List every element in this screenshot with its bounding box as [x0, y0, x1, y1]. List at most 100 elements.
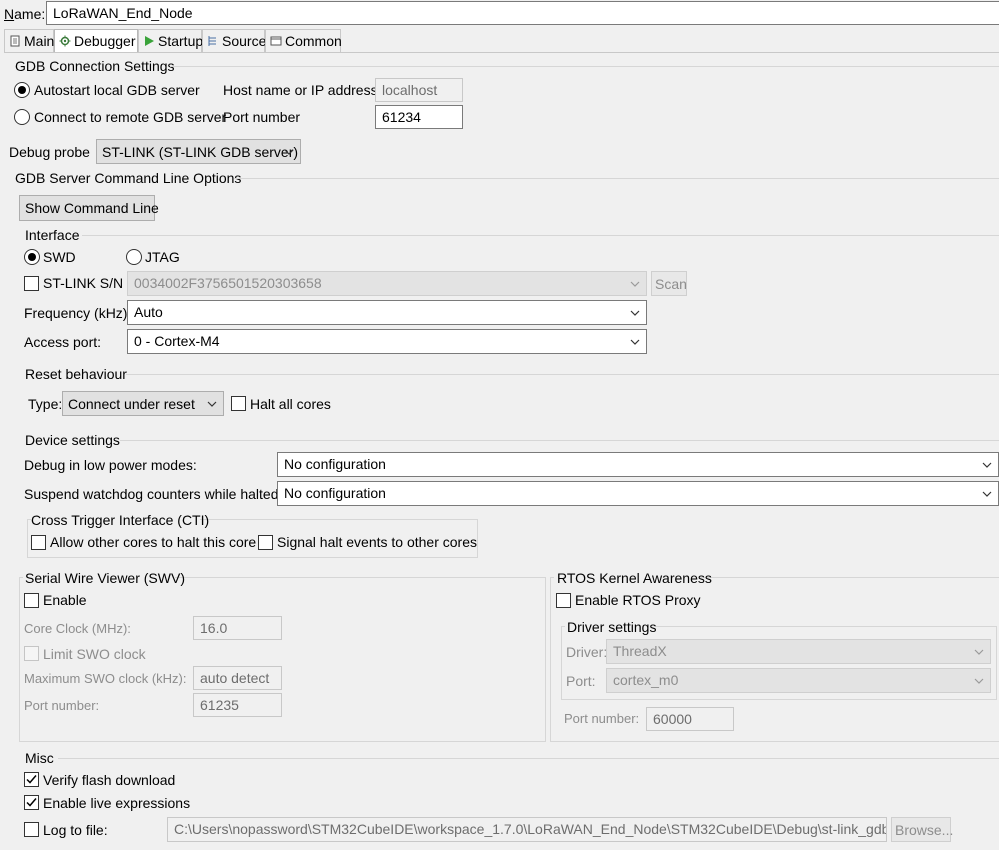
- document-icon: [10, 35, 20, 47]
- autostart-radio[interactable]: [14, 82, 30, 98]
- stlink-sn-select[interactable]: 0034002F3756501520303658: [127, 271, 647, 296]
- cti-signal-label: Signal halt events to other cores: [277, 534, 478, 550]
- source-icon: [208, 36, 216, 46]
- name-label: Name:: [4, 6, 46, 22]
- remote-label: Connect to remote GDB server: [34, 109, 227, 125]
- driver-box-top-left: [561, 626, 565, 627]
- tab-content-border: [4, 52, 999, 53]
- limit-swo-checkbox[interactable]: [24, 646, 39, 661]
- rtos-enable-label: Enable RTOS Proxy: [575, 592, 701, 608]
- gdb-connection-title: GDB Connection Settings: [15, 58, 175, 74]
- low-power-label: Debug in low power modes:: [24, 457, 197, 473]
- reset-type-select[interactable]: Connect under reset: [62, 391, 224, 416]
- frequency-select[interactable]: Auto: [127, 300, 647, 325]
- verify-flash-checkbox[interactable]: [24, 772, 39, 787]
- device-divider: [120, 440, 999, 441]
- misc-title: Misc: [25, 750, 54, 766]
- live-expressions-checkbox[interactable]: [24, 795, 39, 810]
- interface-divider: [82, 235, 999, 236]
- cti-allow-checkbox[interactable]: [31, 535, 46, 550]
- port-label: Port number: [223, 109, 301, 125]
- chevron-down-icon: [284, 144, 294, 160]
- driver-box-top-right: [656, 626, 997, 627]
- reset-title: Reset behaviour: [25, 366, 127, 382]
- low-power-select[interactable]: No configuration: [277, 452, 999, 477]
- tab-common[interactable]: Common: [265, 29, 342, 53]
- jtag-label: JTAG: [145, 249, 180, 265]
- halt-all-cores-label: Halt all cores: [250, 396, 331, 412]
- device-title: Device settings: [25, 432, 120, 448]
- chevron-down-icon: [630, 334, 640, 350]
- cti-box-top-right: [200, 519, 478, 520]
- rtos-port-select[interactable]: cortex_m0: [606, 668, 991, 693]
- rtos-box-top-right: [700, 577, 999, 578]
- cti-signal-checkbox[interactable]: [258, 535, 273, 550]
- tab-main[interactable]: Main: [4, 29, 54, 53]
- chevron-down-icon: [982, 486, 992, 502]
- chevron-down-icon: [630, 305, 640, 321]
- common-icon: [270, 36, 282, 46]
- log-to-file-checkbox[interactable]: [24, 822, 39, 837]
- play-icon: [145, 36, 154, 46]
- rtos-enable-checkbox[interactable]: [556, 593, 571, 608]
- gdb-server-divider: [234, 178, 999, 179]
- tab-source[interactable]: Source: [202, 29, 266, 53]
- verify-flash-label: Verify flash download: [43, 772, 176, 788]
- chevron-down-icon: [630, 276, 640, 292]
- rtos-port-label: Port:: [566, 673, 596, 689]
- tab-debugger[interactable]: Debugger: [54, 29, 138, 53]
- rtos-port-number-input[interactable]: 60000: [646, 707, 734, 731]
- log-to-file-label: Log to file:: [43, 822, 108, 838]
- swv-box-top-right: [175, 577, 546, 578]
- limit-swo-label: Limit SWO clock: [43, 646, 146, 662]
- tab-startup[interactable]: Startup: [138, 29, 203, 53]
- gdb-connection-divider: [170, 66, 999, 67]
- browse-button[interactable]: Browse...: [891, 817, 953, 842]
- checkmark-icon: [26, 775, 37, 784]
- max-swo-label: Maximum SWO clock (kHz):: [24, 671, 187, 686]
- jtag-radio[interactable]: [126, 249, 142, 265]
- swv-title: Serial Wire Viewer (SWV): [25, 570, 185, 586]
- watchdog-select[interactable]: No configuration: [277, 481, 999, 506]
- swv-port-label: Port number:: [24, 698, 100, 713]
- access-port-label: Access port:: [24, 334, 102, 350]
- name-input[interactable]: LoRaWAN_End_Node: [46, 1, 999, 25]
- cti-title: Cross Trigger Interface (CTI): [31, 512, 210, 528]
- show-command-line-button[interactable]: Show Command Line: [19, 195, 159, 221]
- chevron-down-icon: [207, 396, 217, 412]
- scan-button[interactable]: Scan: [651, 271, 687, 296]
- misc-divider: [58, 758, 999, 759]
- access-port-select[interactable]: 0 - Cortex-M4: [127, 329, 647, 354]
- port-input[interactable]: 61234: [375, 105, 463, 129]
- swv-enable-checkbox[interactable]: [24, 593, 39, 608]
- host-label: Host name or IP address: [223, 82, 378, 98]
- stlink-sn-checkbox[interactable]: [24, 276, 39, 291]
- core-clock-input[interactable]: 16.0: [193, 616, 282, 640]
- swv-enable-label: Enable: [43, 592, 87, 608]
- driver-settings-title: Driver settings: [567, 619, 657, 635]
- debug-probe-label: Debug probe: [9, 144, 90, 160]
- chevron-down-icon: [982, 457, 992, 473]
- chevron-down-icon: [974, 644, 984, 660]
- log-path-input[interactable]: C:\Users\nopassword\STM32CubeIDE\workspa…: [167, 817, 887, 842]
- reset-divider: [126, 374, 999, 375]
- watchdog-label: Suspend watchdog counters while halted:: [24, 486, 283, 502]
- autostart-label: Autostart local GDB server: [34, 82, 200, 98]
- interface-title: Interface: [25, 227, 80, 243]
- rtos-box-top-left: [550, 577, 554, 578]
- driver-select[interactable]: ThreadX: [606, 639, 991, 664]
- reset-type-label: Type:: [28, 396, 63, 412]
- checkmark-icon: [26, 798, 37, 807]
- debug-probe-select[interactable]: ST-LINK (ST-LINK GDB server): [96, 139, 301, 164]
- rtos-port-number-label: Port number:: [564, 711, 640, 726]
- swv-port-input[interactable]: 61235: [193, 693, 282, 717]
- cti-allow-label: Allow other cores to halt this core: [50, 534, 257, 550]
- frequency-label: Frequency (kHz):: [24, 305, 132, 321]
- halt-all-cores-checkbox[interactable]: [231, 396, 246, 411]
- gdb-server-title: GDB Server Command Line Options: [15, 170, 242, 186]
- remote-radio[interactable]: [14, 109, 30, 125]
- chevron-down-icon: [974, 673, 984, 689]
- swd-radio[interactable]: [24, 249, 40, 265]
- max-swo-input[interactable]: auto detect: [193, 666, 282, 690]
- host-input[interactable]: localhost: [375, 78, 463, 102]
